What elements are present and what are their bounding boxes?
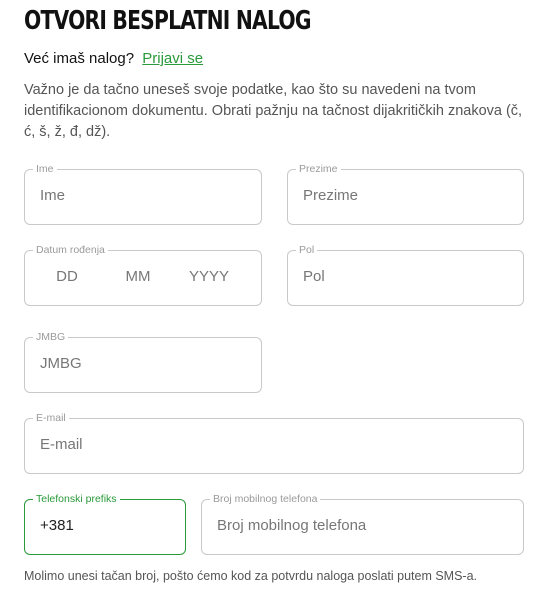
last-name-field[interactable]: Prezime xyxy=(287,163,524,225)
jmbg-label: JMBG xyxy=(33,331,69,343)
first-name-input[interactable] xyxy=(40,187,246,204)
jmbg-field[interactable]: JMBG xyxy=(24,331,262,393)
phone-number-field[interactable]: Broj mobilnog telefona xyxy=(201,493,524,555)
first-name-label: Ime xyxy=(33,163,57,175)
sms-note: Molimo unesi tačan broj, pošto ćemo kod … xyxy=(24,569,478,583)
gender-label: Pol xyxy=(296,244,318,256)
login-link[interactable]: Prijavi se xyxy=(142,50,203,67)
last-name-input[interactable] xyxy=(303,187,508,204)
email-input[interactable] xyxy=(40,436,508,453)
birth-day-input[interactable] xyxy=(37,268,97,285)
gender-input[interactable] xyxy=(303,268,508,285)
jmbg-input[interactable] xyxy=(40,355,246,372)
login-question: Već imaš nalog? xyxy=(24,50,135,67)
phone-prefix-input[interactable] xyxy=(40,517,170,534)
phone-number-label: Broj mobilnog telefona xyxy=(210,493,321,505)
birth-date-label: Datum rođenja xyxy=(33,244,108,256)
gender-field[interactable]: Pol xyxy=(287,244,524,306)
phone-prefix-field[interactable]: Telefonski prefiks xyxy=(24,493,186,555)
page-title: OTVORI BESPLATNI NALOG xyxy=(24,6,311,36)
intro-text: Važno je da tačno uneseš svoje podatke, … xyxy=(24,82,523,140)
phone-prefix-label: Telefonski prefiks xyxy=(33,493,120,505)
birth-month-input[interactable] xyxy=(108,268,168,285)
phone-number-input[interactable] xyxy=(217,517,508,534)
birth-year-input[interactable] xyxy=(179,268,239,285)
first-name-field[interactable]: Ime xyxy=(24,163,262,225)
last-name-label: Prezime xyxy=(296,163,341,175)
login-prompt: Već imaš nalog? Prijavi se xyxy=(24,50,203,67)
email-label: E-mail xyxy=(33,412,69,424)
email-field[interactable]: E-mail xyxy=(24,412,524,474)
birth-date-field[interactable]: Datum rođenja xyxy=(24,244,262,306)
